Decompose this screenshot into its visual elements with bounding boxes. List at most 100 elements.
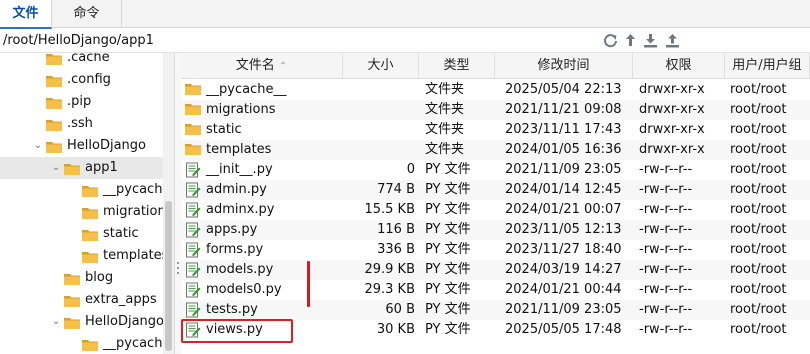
file-name: models.py (206, 262, 274, 277)
python-file-icon (186, 262, 201, 278)
tab-command[interactable]: 命令 (52, 0, 122, 28)
tree-item[interactable]: static (0, 223, 163, 245)
column-permission[interactable]: 权限 (633, 53, 725, 79)
tree-item[interactable]: .cache (0, 53, 163, 69)
python-file-icon (186, 282, 201, 298)
file-size: 0 (406, 162, 415, 177)
python-file-icon (186, 242, 201, 258)
file-mtime: 2025/05/05 17:48 (505, 322, 622, 337)
file-row[interactable]: __init__.py 0 PY 文件 2021/11/09 23:05 -rw-r--… (181, 160, 810, 180)
folder-icon (82, 208, 98, 219)
tree-item[interactable]: __pycache__ (0, 333, 174, 354)
tree-item[interactable]: ⌄ HelloDjango (0, 311, 164, 333)
file-size: 30 KB (376, 322, 415, 337)
tree-item-label: blog (85, 270, 114, 285)
column-owner[interactable]: 用户/用户组 (725, 53, 810, 79)
tree-item[interactable]: .pip (0, 91, 163, 113)
python-file-icon (186, 162, 201, 178)
file-size (343, 100, 415, 120)
file-type: 文件夹 (425, 102, 465, 117)
python-file-icon (186, 222, 201, 238)
column-name[interactable]: 文件名 ⌃ (181, 53, 343, 79)
tree-item[interactable]: migrations (0, 201, 173, 223)
file-row[interactable]: admin.py 774 B PY 文件 2024/01/14 12:45 -rw-r-… (181, 180, 810, 200)
tree-item[interactable]: __pycache__ (0, 179, 174, 201)
file-owner: root/root (730, 242, 787, 257)
download-icon[interactable] (642, 32, 659, 49)
tree-item[interactable]: blog (0, 267, 163, 289)
tree-item[interactable]: ⌄ app1 (0, 157, 163, 179)
tree-item-label: extra_apps (85, 292, 157, 307)
sort-up-icon: ⌃ (278, 61, 288, 72)
file-type: PY 文件 (425, 322, 471, 337)
upload-arrow-icon[interactable] (622, 32, 639, 49)
file-mtime: 2021/11/09 23:05 (505, 302, 622, 317)
file-type: 文件夹 (425, 82, 465, 97)
file-name: forms.py (206, 242, 264, 257)
file-type: PY 文件 (425, 222, 471, 237)
column-size[interactable]: 大小 (343, 53, 419, 79)
file-row[interactable]: forms.py 336 B PY 文件 2023/11/27 18:40 -rw-r-… (181, 240, 810, 260)
file-permission: -rw-r--r-- (639, 162, 693, 177)
current-path[interactable]: /root/HelloDjango/app1 (3, 33, 154, 48)
file-row[interactable]: __pycache__ 文件夹 2025/05/04 22:13 drwxr-xr-x… (181, 80, 810, 100)
tree-item[interactable]: ⌄ HelloDjango (0, 135, 163, 157)
file-row[interactable]: templates 文件夹 2024/01/05 16:36 drwxr-xr-x ro… (181, 140, 810, 160)
file-row[interactable]: migrations 文件夹 2021/11/21 09:08 drwxr-xr-x r… (181, 100, 810, 120)
file-owner: root/root (730, 302, 787, 317)
file-mtime: 2023/11/05 12:13 (505, 222, 622, 237)
file-row[interactable]: adminx.py 15.5 KB PY 文件 2024/01/21 00:07 -rw… (181, 200, 810, 220)
file-mtime: 2024/01/05 16:36 (505, 142, 622, 157)
file-row[interactable]: tests.py 60 B PY 文件 2021/11/09 23:05 -rw-r--… (181, 300, 810, 320)
file-type: PY 文件 (425, 202, 471, 217)
refresh-icon[interactable] (602, 32, 619, 49)
upload-icon[interactable] (664, 32, 681, 49)
file-size: 336 B (377, 242, 415, 257)
file-name: apps.py (206, 222, 258, 237)
file-type: PY 文件 (425, 162, 471, 177)
file-mtime: 2024/01/21 00:07 (505, 202, 622, 217)
file-type: PY 文件 (425, 302, 471, 317)
file-owner: root/root (730, 82, 787, 97)
file-permission: -rw-r--r-- (639, 322, 693, 337)
file-permission: drwxr-xr-x (639, 82, 705, 97)
file-name: admin.py (206, 182, 267, 197)
folder-icon (185, 84, 201, 95)
annotation-mark (307, 261, 310, 307)
folder-icon (46, 120, 62, 131)
file-name: templates (206, 142, 272, 157)
file-permission: -rw-r--r-- (639, 282, 693, 297)
file-row[interactable]: models0.py 29.3 KB PY 文件 2024/01/21 00:44 -r… (181, 280, 810, 300)
tab-file[interactable]: 文件 (0, 0, 52, 29)
file-permission: -rw-r--r-- (639, 302, 693, 317)
file-owner: root/root (730, 222, 787, 237)
splitter-grip (177, 267, 179, 269)
column-type[interactable]: 类型 (419, 53, 495, 79)
scrollbar-thumb[interactable] (165, 201, 172, 351)
file-row[interactable]: static 文件夹 2023/11/11 17:43 drwxr-xr-x root/… (181, 120, 810, 140)
file-size (343, 140, 415, 160)
file-type: PY 文件 (425, 282, 471, 297)
tree-item-label: .ssh (67, 116, 93, 131)
collapse-icon[interactable]: ⌄ (32, 135, 44, 157)
tree-item[interactable]: .ssh (0, 113, 163, 135)
file-mtime: 2021/11/09 23:05 (505, 162, 622, 177)
collapse-icon[interactable]: ⌄ (50, 157, 62, 179)
splitter-grip (177, 262, 179, 264)
file-permission: -rw-r--r-- (639, 242, 693, 257)
tree-item[interactable]: .config (0, 69, 163, 91)
tree-item[interactable]: extra_apps (0, 289, 163, 311)
python-file-icon (186, 202, 201, 218)
file-mtime: 2024/03/19 14:27 (505, 262, 622, 277)
file-permission: -rw-r--r-- (639, 262, 693, 277)
file-owner: root/root (730, 102, 787, 117)
file-owner: root/root (730, 282, 787, 297)
tree-scrollbar[interactable] (163, 53, 174, 354)
file-row[interactable]: models.py 29.9 KB PY 文件 2024/03/19 14:27 -rw… (181, 260, 810, 280)
tree-item-label: .cache (67, 53, 110, 65)
tree-item[interactable]: templates (0, 245, 168, 267)
file-row[interactable]: apps.py 116 B PY 文件 2023/11/05 12:13 -rw-r--… (181, 220, 810, 240)
collapse-icon[interactable]: ⌄ (50, 311, 62, 333)
file-owner: root/root (730, 182, 787, 197)
column-mtime[interactable]: 修改时间 (495, 53, 633, 79)
